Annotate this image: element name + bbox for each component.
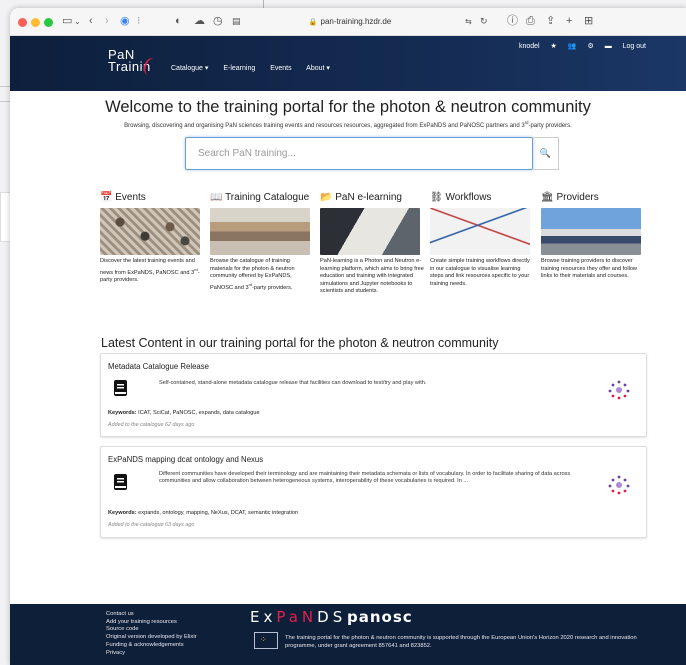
folder-icon: 📂 (320, 192, 333, 203)
e-learning-image (320, 208, 420, 255)
item-added-date: Added to the catalogue 62 days ago (108, 422, 195, 428)
gear-icon[interactable]: ⚙ (587, 43, 593, 50)
lock-icon: 🔒 (308, 19, 318, 26)
new-tab-icon[interactable]: + (566, 15, 572, 28)
item-added-date: Added to the catalogue 63 days ago (108, 522, 195, 528)
content-item[interactable]: ExPaNDS mapping dcat ontology and Nexus … (100, 446, 647, 538)
eu-flag-icon: ⁘ (254, 632, 278, 649)
card-text: Discover the latest training events and … (100, 258, 200, 284)
card-text: Create simple training workflows directl… (430, 258, 530, 287)
card-title[interactable]: 📂 PaN e-learning (320, 192, 424, 206)
page-title: Welcome to the training portal for the p… (105, 98, 591, 116)
events-image (100, 208, 200, 255)
card-providers[interactable]: 🏛 Providers Browse training providers to… (541, 192, 645, 281)
nav-about[interactable]: About ▾ (306, 65, 330, 72)
address-bar[interactable]: 🔒 pan-training.hzdr.de (250, 15, 450, 29)
workflows-image (430, 208, 530, 255)
footer-link-add-resources[interactable]: Add your training resources (106, 619, 197, 627)
nav-catalogue[interactable]: Catalogue ▾ (171, 65, 208, 72)
star-icon[interactable]: ★ (551, 43, 557, 50)
footer-funding-text: The training portal for the photon & neu… (285, 635, 637, 649)
close-window-icon[interactable] (18, 18, 27, 27)
item-description: Self-contained, stand-alone metadata cat… (159, 380, 427, 386)
calendar-icon: 📅 (100, 192, 113, 203)
footer-link-contact[interactable]: Contact us (106, 611, 197, 619)
card-text: Browse training providers to discover tr… (541, 258, 637, 280)
item-title[interactable]: ExPaNDS mapping dcat ontology and Nexus (108, 455, 263, 464)
footer-link-privacy[interactable]: Privacy (106, 650, 197, 658)
search-button[interactable]: 🔍 (533, 137, 559, 170)
page-subtitle: Browsing, discovering and organising PaN… (124, 120, 572, 129)
item-description: Different communities have developed the… (159, 471, 571, 485)
search-icon: 🔍 (539, 148, 552, 158)
minimize-window-icon[interactable] (31, 18, 40, 27)
building-icon: 🏛 (541, 192, 554, 203)
panosc-badge-icon (608, 475, 630, 495)
url-text: pan-training.hzdr.de (320, 17, 392, 26)
card-title[interactable]: 📖 Training Catalogue (210, 192, 314, 206)
cloud-icon[interactable]: ☁ (194, 15, 205, 28)
footer-link-funding[interactable]: Funding & acknowledgements (106, 642, 197, 650)
user-name[interactable]: knodel (519, 43, 540, 50)
site-navbar: PaN Trainin Catalogue ▾ E-learning Event… (10, 36, 686, 91)
sidebar-icon[interactable]: ▭ (62, 15, 72, 28)
providers-image (541, 208, 641, 255)
latest-content-heading: Latest Content in our training portal fo… (101, 336, 499, 350)
card-title[interactable]: 📅 Events (100, 192, 204, 206)
search-input[interactable] (186, 138, 516, 169)
expands-logo[interactable]: ExPaNDS (250, 608, 346, 626)
card-text: PaN-learning is a Photon and Neutron e-l… (320, 258, 424, 295)
site-footer: Contact us Add your training resources S… (10, 604, 686, 665)
forward-icon[interactable]: › (105, 15, 109, 28)
logout-link[interactable]: Log out (623, 43, 646, 50)
card-events[interactable]: 📅 Events Discover the latest training ev… (100, 192, 204, 285)
translate-icon[interactable]: ⇆ (465, 15, 472, 28)
content-item[interactable]: Metadata Catalogue Release Self-containe… (100, 353, 647, 437)
search-box (185, 137, 533, 170)
inbox-icon[interactable]: ▬ (605, 43, 612, 50)
print-icon[interactable]: ⎙ (526, 15, 535, 28)
footer-link-elixir[interactable]: Original version developed by Elixir (106, 634, 197, 642)
card-title[interactable]: ⛓ Workflows (430, 192, 534, 206)
clock-icon[interactable]: ◷ (213, 15, 223, 28)
card-text: Browse the catalogue of training materia… (210, 258, 295, 291)
share-icon[interactable]: ⇪ (546, 15, 555, 28)
card-training-catalogue[interactable]: 📖 Training Catalogue Browse the catalogu… (210, 192, 314, 292)
card-workflows[interactable]: ⛓ Workflows Create simple training workf… (430, 192, 534, 288)
footer-link-source-code[interactable]: Source code (106, 626, 197, 634)
book-icon: 📖 (210, 192, 223, 203)
book-icon (114, 474, 127, 490)
shield-icon[interactable]: ◉ (120, 15, 130, 28)
privacy-icon[interactable]: ◐ (175, 15, 182, 28)
footer-links: Contact us Add your training resources S… (106, 611, 197, 657)
card-pan-e-learning[interactable]: 📂 PaN e-learning PaN-learning is a Photo… (320, 192, 424, 296)
separator-icon: ⁝ (137, 15, 141, 27)
main-nav: Catalogue ▾ E-learning Events About ▾ (171, 64, 343, 72)
card-title[interactable]: 🏛 Providers (541, 192, 645, 206)
chevron-down-icon[interactable]: ⌄ (74, 15, 81, 28)
item-keywords: Keywords: ICAT, SciCat, PaNOSC, expands,… (108, 410, 260, 416)
panosc-badge-icon (608, 380, 630, 400)
background-divider (263, 0, 264, 8)
back-icon[interactable]: ‹ (89, 15, 93, 28)
browser-window: ▭ ⌄ ‹ › ◉ ⁝ ◐ ☁ ◷ ▤ 🔒 pan-training.hzdr.d… (10, 8, 686, 665)
user-nav: knodel ★ 👥 ⚙ ▬ Log out (510, 42, 646, 50)
item-title[interactable]: Metadata Catalogue Release (108, 362, 209, 371)
book-icon (114, 380, 127, 396)
info-icon[interactable]: ⓘ (507, 15, 518, 28)
zoom-window-icon[interactable] (44, 18, 53, 27)
browser-toolbar: ▭ ⌄ ‹ › ◉ ⁝ ◐ ☁ ◷ ▤ 🔒 pan-training.hzdr.d… (10, 8, 686, 36)
panosc-logo[interactable]: panosc (347, 608, 413, 626)
reload-icon[interactable]: ↻ (480, 15, 488, 28)
reader-icon[interactable]: ▤ (232, 15, 241, 28)
nav-e-learning[interactable]: E-learning (223, 65, 255, 72)
nav-events[interactable]: Events (270, 65, 291, 72)
catalogue-image (210, 208, 310, 255)
item-keywords: Keywords: expands, ontology, mapping, Ne… (108, 510, 299, 516)
tabs-overview-icon[interactable]: ⊞ (584, 15, 593, 28)
sitemap-icon: ⛓ (430, 192, 443, 203)
users-icon[interactable]: 👥 (568, 43, 577, 50)
site-logo[interactable]: PaN Trainin (108, 48, 161, 78)
